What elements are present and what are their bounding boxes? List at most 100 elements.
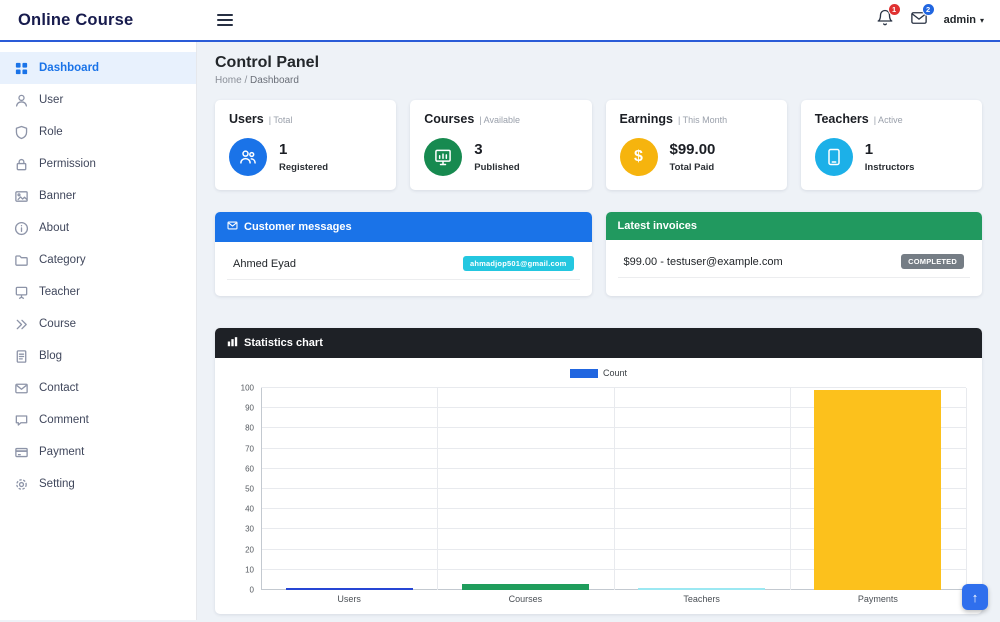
chart-category-label: Teachers	[683, 594, 720, 604]
chart-legend[interactable]: Count	[231, 368, 966, 378]
sidebar-item-label: Course	[39, 318, 77, 330]
stat-value: 1	[279, 141, 288, 158]
stat-card-earnings: Earnings | This Month $ $99.00 Total Pai…	[605, 100, 787, 190]
sidebar-item-setting[interactable]: Setting	[0, 468, 196, 500]
chart-plot	[261, 387, 967, 590]
breadcrumb-home[interactable]: Home	[215, 75, 242, 86]
chart-category-labels: Users Courses Teachers Payments	[261, 590, 966, 604]
gear-icon	[14, 477, 29, 492]
sidebar: Dashboard User Role Permission Banner Ab…	[0, 42, 197, 620]
stat-title: Earnings	[619, 112, 674, 126]
latest-invoices-header: Latest invoices	[605, 212, 982, 240]
sidebar-item-label: Payment	[39, 446, 85, 458]
chart-y-gutter: 0 10 20 30 40 50 60 70 80 90 100	[231, 384, 261, 595]
messages-button[interactable]: 2	[910, 2, 935, 32]
stat-qualifier: | Active	[873, 115, 903, 125]
chart-y-tick: 0	[249, 585, 254, 595]
sidebar-item-dashboard[interactable]: Dashboard	[0, 52, 196, 84]
sidebar-item-role[interactable]: Role	[0, 116, 196, 148]
sidebar-item-course[interactable]: Course	[0, 308, 196, 340]
chart-y-tick: 60	[245, 464, 254, 474]
stat-card-teachers: Teachers | Active 1 Instructors	[800, 100, 982, 190]
topbar: Online Course 1 2 admin ▾	[0, 0, 1000, 42]
sidebar-item-contact[interactable]: Contact	[0, 372, 196, 404]
invoice-row[interactable]: $99.00 - testuser@example.com COMPLETED	[617, 246, 970, 278]
sidebar-item-comment[interactable]: Comment	[0, 404, 196, 436]
chart-category-label: Users	[337, 594, 361, 604]
chart-gridline	[966, 388, 967, 590]
admin-label: admin	[943, 14, 976, 26]
sidebar-item-label: Blog	[39, 350, 63, 362]
sidebar-item-label: About	[39, 222, 70, 234]
chart-body: Count 0 10 20 30 40 50 60 70 80 90 100 Users Course…	[215, 358, 982, 614]
sidebar-item-label: User	[39, 94, 64, 106]
sidebar-item-payment[interactable]: Payment	[0, 436, 196, 468]
statistics-chart-header: Statistics chart	[215, 328, 982, 358]
sidebar-item-label: Contact	[39, 382, 79, 394]
notifications-button[interactable]: 1	[876, 2, 901, 32]
chart-bar-payments	[814, 390, 942, 590]
main-content: Control Panel Home / Dashboard Users | T…	[197, 42, 1000, 620]
sidebar-item-category[interactable]: Category	[0, 244, 196, 276]
chart-gridline	[789, 388, 791, 590]
page-title: Control Panel	[215, 54, 320, 71]
stat-card-courses: Courses | Available 3 Published	[410, 100, 592, 190]
sidebar-item-banner[interactable]: Banner	[0, 180, 196, 212]
sidebar-item-label: Setting	[39, 478, 75, 490]
sidebar-item-user[interactable]: User	[0, 84, 196, 116]
stat-caption: Registered	[279, 162, 329, 173]
stat-title: Courses	[424, 112, 475, 126]
chart-bar-courses	[461, 583, 589, 590]
admin-dropdown[interactable]: admin ▾	[944, 14, 984, 26]
board-chart-icon	[424, 138, 463, 176]
panels-row: Customer messages Ahmed Eyad ahmadjop501…	[215, 212, 982, 296]
chevron-down-icon: ▾	[979, 15, 984, 25]
sidebar-item-permission[interactable]: Permission	[0, 148, 196, 180]
message-count-badge: 2	[921, 2, 935, 16]
stat-caption: Instructors	[864, 162, 915, 173]
stat-caption: Total Paid	[669, 162, 715, 173]
notification-count-badge: 1	[887, 2, 901, 16]
scroll-to-top-button[interactable]: ↑	[962, 584, 988, 610]
chart-y-tick: 90	[245, 403, 254, 413]
statistics-chart-panel: Statistics chart Count 0 10 20 30 40 50 60 70 80…	[215, 328, 982, 614]
brand-box: Online Course	[0, 11, 197, 30]
stat-title: Teachers	[814, 112, 869, 126]
sidebar-item-teacher[interactable]: Teacher	[0, 276, 196, 308]
chart-gridline	[437, 388, 439, 590]
stat-title: Users	[229, 112, 264, 126]
stat-cards-row: Users | Total 1 Registered Courses | Ava…	[215, 100, 982, 190]
dollar-icon: $	[619, 138, 658, 176]
lock-icon	[14, 157, 29, 172]
up-arrow-icon: ↑	[971, 589, 979, 605]
latest-invoices-panel: Latest invoices $99.00 - testuser@exampl…	[605, 212, 982, 296]
sidebar-item-about[interactable]: About	[0, 212, 196, 244]
stat-qualifier: | This Month	[678, 115, 728, 125]
brand-logo[interactable]: Online Course	[18, 11, 133, 29]
breadcrumb-separator: /	[244, 75, 248, 86]
chart-y-tick: 20	[245, 545, 254, 555]
document-icon	[14, 349, 29, 364]
sidebar-item-label: Dashboard	[39, 62, 100, 74]
chart-y-tick: 70	[245, 444, 254, 454]
customer-messages-panel: Customer messages Ahmed Eyad ahmadjop501…	[215, 212, 592, 296]
topbar-right: 1 2 admin ▾	[876, 2, 1000, 32]
sidebar-item-blog[interactable]: Blog	[0, 340, 196, 372]
comment-icon	[14, 413, 29, 428]
credit-card-icon	[14, 445, 29, 460]
chart-bar-teachers	[638, 587, 766, 590]
sidebar-toggle-button[interactable]	[213, 10, 237, 30]
stat-value: 3	[474, 141, 483, 158]
invoice-text: $99.00 - testuser@example.com	[623, 255, 783, 268]
envelope-icon	[14, 381, 29, 396]
stat-qualifier: | Available	[479, 115, 520, 125]
message-row[interactable]: Ahmed Eyad ahmadjop501@gmail.com	[227, 248, 580, 280]
chart-y-tick: 80	[245, 423, 254, 433]
stat-value: $99.00	[669, 141, 716, 158]
image-icon	[14, 189, 29, 204]
chart-y-tick: 30	[245, 524, 254, 534]
info-icon	[14, 221, 29, 236]
sidebar-item-label: Category	[39, 254, 86, 266]
folder-icon	[14, 253, 29, 268]
user-icon	[14, 93, 29, 108]
